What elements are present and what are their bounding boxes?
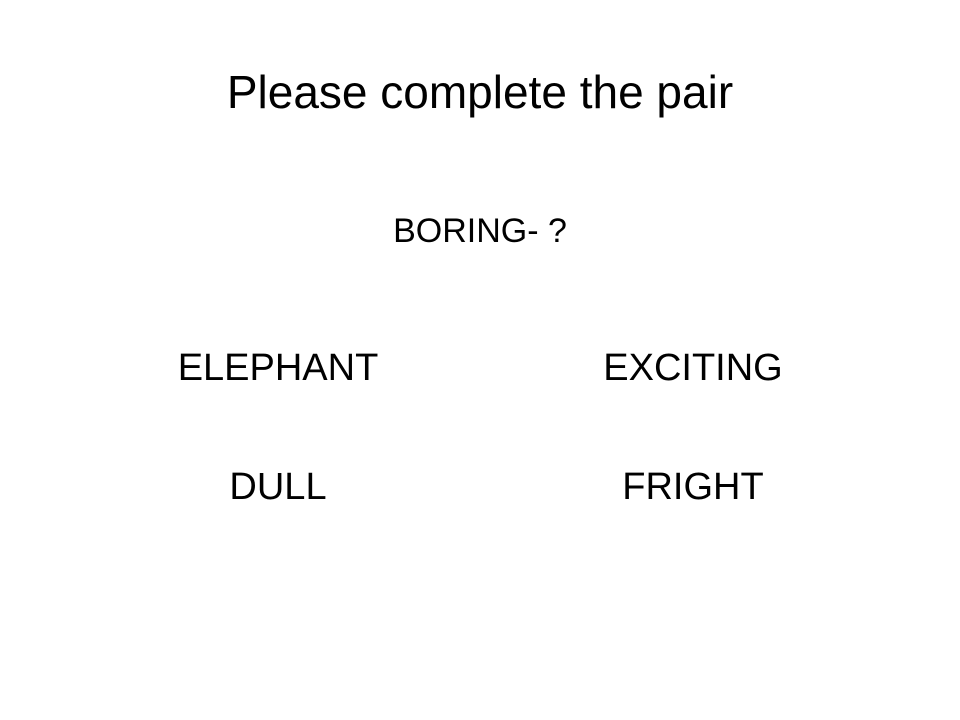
slide-title: Please complete the pair <box>226 66 734 118</box>
question-prompt: BORING- ? <box>393 212 567 250</box>
option-dull: DULL <box>229 466 327 508</box>
slide: Please complete the pair BORING- ? ELEPH… <box>0 0 960 720</box>
option-fright: FRIGHT <box>622 466 764 508</box>
option-elephant: ELEPHANT <box>177 347 379 389</box>
option-exciting: EXCITING <box>603 347 783 389</box>
